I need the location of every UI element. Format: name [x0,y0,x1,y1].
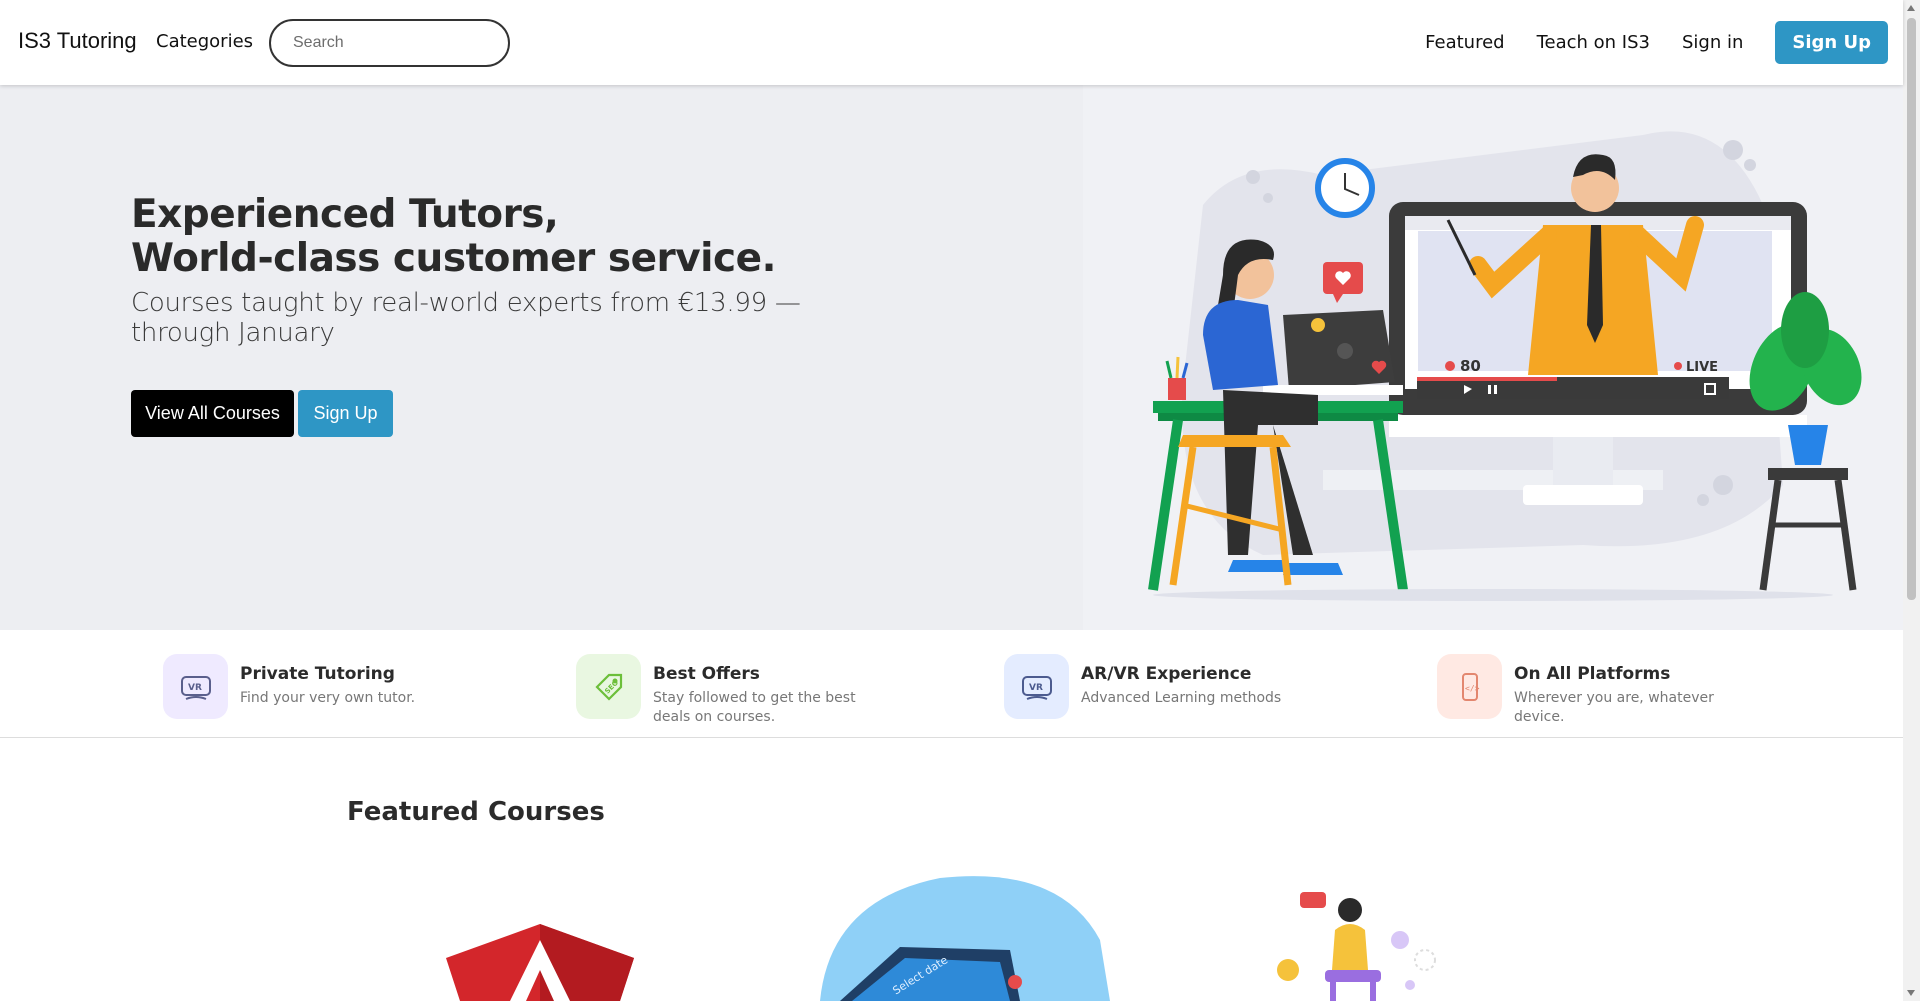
svg-text:SEO: SEO [603,678,620,695]
nav-link-signin[interactable]: Sign in [1682,32,1743,53]
search-input[interactable] [269,19,510,67]
course-thumb-social[interactable] [1260,870,1480,1001]
scroll-up-arrow-icon[interactable] [1907,5,1915,11]
course-thumb-angular[interactable] [430,870,650,1001]
feature-desc: Advanced Learning methods [1081,690,1282,706]
svg-text:</>: </> [1465,684,1480,693]
viewer-count: 80 [1460,357,1481,375]
feature-private-tutoring: VR Private Tutoring Find your very own t… [163,654,450,719]
svg-text:VR: VR [1029,683,1043,693]
svg-text:VR: VR [188,683,202,693]
scrollbar-thumb[interactable] [1907,18,1916,600]
feature-text: Private Tutoring Find your very own tuto… [240,654,450,708]
page-scrollbar[interactable] [1903,0,1920,1001]
feature-text: On All Platforms Wherever you are, whate… [1514,654,1729,727]
view-all-courses-button[interactable]: View All Courses [131,390,294,437]
hero-subtitle: Courses taught by real-world experts fro… [131,288,801,348]
feature-desc: Find your very own tutor. [240,690,416,706]
brand-logo[interactable]: IS3 Tutoring [18,28,137,54]
vr-headset-icon: VR [1004,654,1069,719]
course-thumb-calendar[interactable]: Select date [800,870,1120,1001]
nav-link-teach[interactable]: Teach on IS3 [1537,32,1650,53]
feature-best-offers: SEO Best Offers Stay followed to get the… [576,654,868,727]
social-media-illustration [1277,892,1436,1001]
top-navbar: IS3 Tutoring Categories Featured Teach o… [0,0,1903,85]
feature-text: AR/VR Experience Advanced Learning metho… [1081,654,1311,708]
nav-link-featured[interactable]: Featured [1425,32,1504,53]
categories-menu[interactable]: Categories [156,31,253,52]
nav-signup-button[interactable]: Sign Up [1775,21,1888,64]
feature-text: Best Offers Stay followed to get the bes… [653,654,868,727]
scroll-down-arrow-icon[interactable] [1907,990,1915,996]
nav-right-group: Featured Teach on IS3 Sign in Sign Up [1425,21,1888,64]
vr-headset-icon: VR [163,654,228,719]
live-badge: LIVE [1686,360,1718,375]
hero-title: Experienced Tutors, World-class customer… [131,193,776,281]
hero-section: Experienced Tutors, World-class customer… [0,85,1903,630]
feature-title: On All Platforms [1514,664,1671,684]
feature-title: Private Tutoring [240,664,395,684]
seo-tag-icon: SEO [576,654,641,719]
hero-title-line2: World-class customer service. [131,236,776,281]
mobile-code-icon: </> [1437,654,1502,719]
features-strip: VR Private Tutoring Find your very own t… [0,630,1903,738]
feature-all-platforms: </> On All Platforms Wherever you are, w… [1437,654,1729,727]
angular-logo-icon [446,924,634,1001]
hero-illustration: 80 LIVE [1148,131,1862,601]
featured-courses-heading: Featured Courses [347,797,605,827]
feature-title: AR/VR Experience [1081,664,1252,684]
hero-signup-button[interactable]: Sign Up [298,390,393,437]
calendar-app-illustration: Select date [820,876,1110,1001]
feature-desc: Stay followed to get the best deals on c… [653,690,856,725]
feature-ar-vr: VR AR/VR Experience Advanced Learning me… [1004,654,1311,719]
feature-desc: Wherever you are, whatever device. [1514,690,1714,725]
feature-title: Best Offers [653,664,760,684]
hero-title-line1: Experienced Tutors, [131,192,559,237]
